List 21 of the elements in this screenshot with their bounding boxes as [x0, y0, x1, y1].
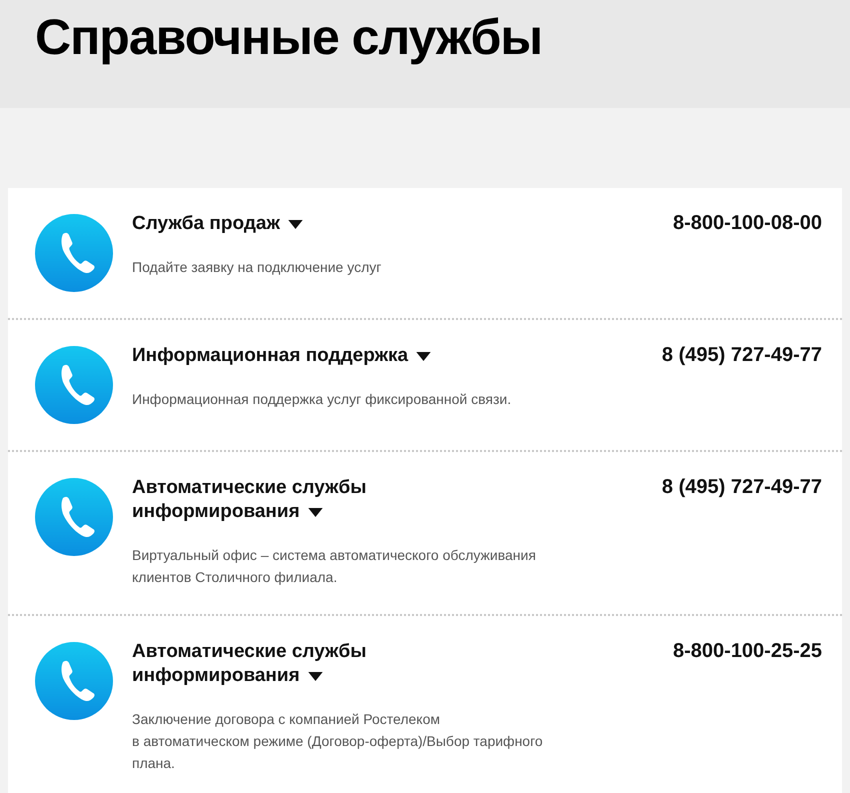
- phone-icon: [35, 214, 113, 292]
- service-title-link[interactable]: Служба продаж: [132, 212, 303, 236]
- service-title-link[interactable]: Автоматические службы информирования: [132, 640, 366, 688]
- phone-number: 8 (495) 727-49-77: [662, 344, 822, 367]
- caret-icon: [308, 508, 323, 516]
- caret-icon: [288, 220, 303, 228]
- phone-number: 8-800-100-08-00: [673, 212, 822, 235]
- service-description: Подайте заявку на подключение услуг: [132, 258, 382, 277]
- service-title-link[interactable]: Автоматические службы информирования: [132, 476, 366, 524]
- service-description: Заключение договора с компанией Ростелеком в автоматическом режиме (Договор-оферта)/Выбор тарифного плана.: [132, 710, 544, 773]
- phone-icon: [35, 642, 113, 720]
- service-title-link[interactable]: Информационная поддержка: [132, 344, 432, 368]
- phone-number: 8 (495) 727-49-77: [662, 476, 822, 499]
- page-title: Справочные службы: [35, 8, 542, 66]
- phone-icon: [35, 346, 113, 424]
- caret-icon: [308, 672, 323, 680]
- caret-icon: [416, 352, 432, 360]
- phone-number: 8-800-100-25-25: [673, 640, 822, 663]
- phone-icon: [35, 478, 113, 556]
- service-description: Виртуальный офис – система автоматического обслуживания клиентов Столичного филиала.: [132, 546, 537, 587]
- service-description: Информационная поддержка услуг фиксированной связи.: [132, 390, 512, 409]
